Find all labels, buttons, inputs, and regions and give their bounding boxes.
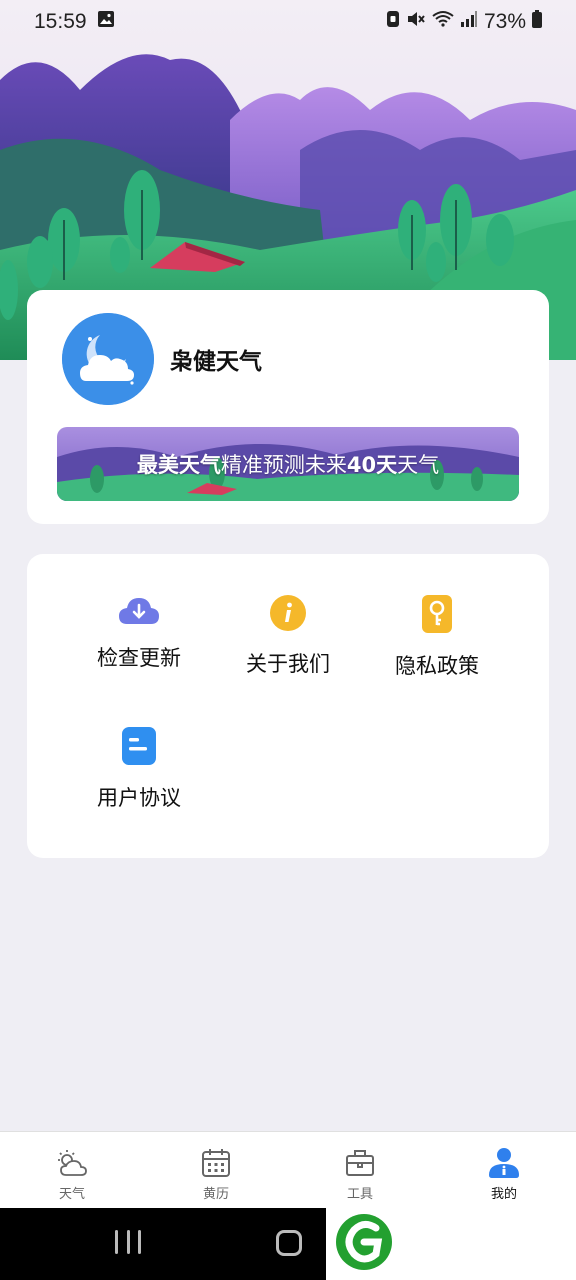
banner-text-part2: 精准预测未来 bbox=[220, 453, 347, 477]
tab-mine[interactable]: 我的 bbox=[432, 1132, 576, 1208]
document-icon bbox=[117, 726, 161, 766]
about-us-label: 关于我们 bbox=[246, 652, 330, 676]
mute-icon bbox=[406, 10, 426, 34]
user-icon bbox=[487, 1146, 521, 1180]
menu-card: 检查更新 关于我们 隐私政策 用户协议 bbox=[27, 554, 549, 858]
watermark-logo-icon bbox=[334, 1212, 394, 1272]
about-us-button[interactable]: 关于我们 bbox=[213, 554, 363, 676]
toolbox-icon bbox=[343, 1146, 377, 1180]
app-name: 枭健天气 bbox=[170, 349, 262, 375]
system-nav-bar bbox=[0, 1208, 326, 1280]
privacy-key-icon bbox=[415, 594, 459, 634]
check-update-button[interactable]: 检查更新 bbox=[64, 554, 214, 670]
home-button[interactable] bbox=[276, 1230, 302, 1256]
tab-tools-label: 工具 bbox=[346, 1187, 373, 1202]
weather-icon bbox=[55, 1146, 89, 1180]
tab-almanac-label: 黄历 bbox=[202, 1187, 229, 1202]
cloud-download-icon bbox=[117, 594, 161, 626]
user-agreement-button[interactable]: 用户协议 bbox=[64, 686, 214, 810]
battery-percent: 73% bbox=[483, 10, 526, 33]
info-icon bbox=[266, 594, 310, 632]
tab-tools[interactable]: 工具 bbox=[288, 1132, 432, 1208]
profile-card: 枭健天气 最美天气 精准预测未来 40天 天气 bbox=[27, 290, 549, 524]
banner-text-part4: 天气 bbox=[397, 453, 440, 477]
calendar-icon bbox=[199, 1146, 233, 1180]
recent-apps-button[interactable] bbox=[115, 1230, 141, 1258]
status-time: 15:59 bbox=[34, 10, 87, 33]
user-agreement-label: 用户协议 bbox=[97, 786, 181, 810]
status-bar: 15:59 73% bbox=[0, 0, 576, 44]
gallery-icon bbox=[97, 10, 115, 34]
promo-banner[interactable]: 最美天气 精准预测未来 40天 天气 bbox=[57, 427, 519, 501]
banner-text: 最美天气 精准预测未来 40天 天气 bbox=[57, 427, 519, 501]
nfc-icon bbox=[386, 10, 400, 34]
tab-weather[interactable]: 天气 bbox=[0, 1132, 144, 1208]
tab-weather-label: 天气 bbox=[58, 1187, 85, 1202]
tab-almanac[interactable]: 黄历 bbox=[144, 1132, 288, 1208]
privacy-policy-button[interactable]: 隐私政策 bbox=[362, 554, 512, 678]
tab-mine-label: 我的 bbox=[490, 1187, 517, 1202]
app-logo bbox=[62, 313, 154, 405]
banner-text-part3: 40天 bbox=[346, 453, 398, 477]
wifi-icon bbox=[432, 10, 454, 34]
battery-icon bbox=[532, 10, 542, 34]
privacy-policy-label: 隐私政策 bbox=[395, 654, 479, 678]
banner-text-part1: 最美天气 bbox=[136, 453, 221, 477]
bottom-tab-bar: 天气 黄历 工具 我的 bbox=[0, 1131, 576, 1208]
check-update-label: 检查更新 bbox=[97, 646, 181, 670]
signal-icon bbox=[460, 10, 478, 34]
